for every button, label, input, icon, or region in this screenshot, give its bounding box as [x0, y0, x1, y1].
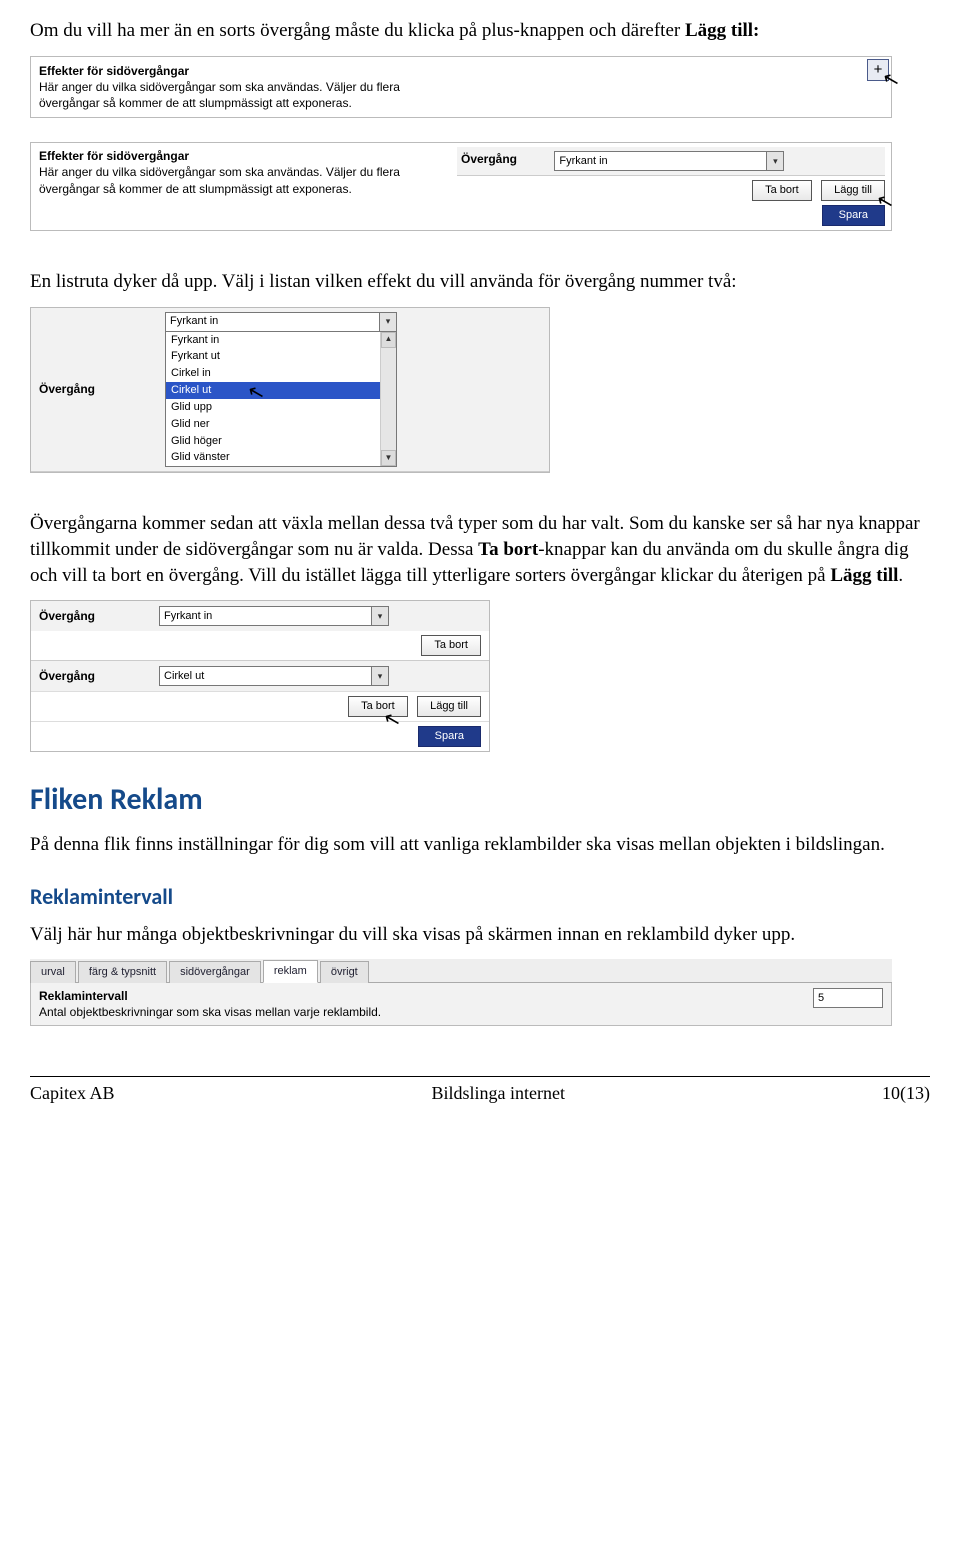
remove-button-label: Ta bort	[361, 700, 395, 712]
footer-center: Bildslinga internet	[432, 1081, 565, 1105]
tab-sidovergangar[interactable]: sidövergångar	[169, 961, 261, 983]
combo-overgang-2[interactable]: Cirkel ut	[159, 666, 389, 686]
save-button[interactable]: Spara	[418, 726, 481, 747]
combo-value: Cirkel ut	[164, 669, 204, 684]
panel-effekter-expanded: Effekter för sidövergångar Här anger du …	[30, 142, 892, 231]
add-button[interactable]: Lägg till ↖	[821, 180, 885, 201]
list-item[interactable]: Fyrkant ut	[166, 348, 396, 365]
scrollbar[interactable]: ▲ ▼	[380, 332, 396, 467]
settings-reklamintervall: Reklamintervall Antal objektbeskrivninga…	[30, 983, 892, 1026]
field-label-overgang: Övergång	[461, 151, 551, 167]
list-item[interactable]: Glid höger	[166, 433, 396, 450]
combo-overgang[interactable]: Fyrkant in	[554, 151, 784, 171]
combo-value: Fyrkant in	[164, 609, 212, 624]
chevron-down-icon[interactable]	[371, 607, 388, 625]
scroll-up-icon[interactable]: ▲	[381, 332, 396, 348]
chevron-down-icon[interactable]	[766, 152, 783, 170]
bold-laggtill: Lägg till	[830, 565, 898, 586]
setting-title: Reklamintervall	[39, 988, 733, 1004]
list-item-selected[interactable]: Cirkel ut ↖	[166, 382, 396, 399]
field-label-overgang: Övergång	[39, 668, 159, 684]
combo-value: Fyrkant in	[559, 154, 607, 169]
para-listruta: En listruta dyker då upp. Välj i listan …	[30, 269, 930, 295]
save-button[interactable]: Spara	[822, 205, 885, 226]
panel-title: Effekter för sidövergångar	[39, 63, 883, 79]
bold-tabort: Ta bort	[478, 539, 538, 560]
panel-effekter-collapsed: Effekter för sidövergångar Här anger du …	[30, 56, 892, 119]
tab-urval[interactable]: urval	[30, 961, 76, 983]
list-item[interactable]: Glid upp	[166, 399, 396, 416]
bold-label: Lägg till:	[685, 20, 759, 41]
tab-ovrigt[interactable]: övrigt	[320, 961, 369, 983]
remove-button[interactable]: Ta bort	[752, 180, 812, 201]
text: .	[898, 565, 903, 586]
panel-dropdown-open: Övergång Fyrkant in Fyrkant in Fyrkant u…	[30, 307, 550, 474]
add-button[interactable]: Lägg till	[417, 696, 481, 717]
para-transitions-explain: Övergångarna kommer sedan att växla mell…	[30, 511, 930, 588]
field-label-overgang: Övergång	[39, 608, 159, 624]
tab-farg-typsnitt[interactable]: färg & typsnitt	[78, 961, 167, 983]
page-footer: Capitex AB Bildslinga internet 10(13)	[30, 1076, 930, 1105]
chevron-down-icon[interactable]	[379, 313, 396, 331]
tab-reklam[interactable]: reklam	[263, 960, 318, 983]
list-item-label: Cirkel ut	[171, 384, 211, 396]
remove-button-1[interactable]: Ta bort	[421, 635, 481, 656]
footer-left: Capitex AB	[30, 1081, 115, 1105]
plus-button[interactable]: + ↖	[867, 59, 889, 81]
scroll-down-icon[interactable]: ▼	[381, 450, 396, 466]
combo-value: Fyrkant in	[170, 314, 218, 329]
heading-reklamintervall: Reklamintervall	[30, 882, 930, 912]
heading-fliken-reklam: Fliken Reklam	[30, 780, 930, 821]
text: Om du vill ha mer än en sorts övergång m…	[30, 20, 685, 41]
combo-overgang[interactable]: Fyrkant in	[165, 312, 397, 332]
panel-two-transitions: Övergång Fyrkant in Ta bort Övergång Cir…	[30, 600, 490, 752]
footer-right: 10(13)	[882, 1081, 930, 1105]
list-item[interactable]: Cirkel in	[166, 365, 396, 382]
list-item[interactable]: Glid ner	[166, 416, 396, 433]
reklamintervall-input[interactable]: 5	[813, 988, 883, 1008]
combo-overgang-1[interactable]: Fyrkant in	[159, 606, 389, 626]
dropdown-list[interactable]: Fyrkant in Fyrkant ut Cirkel in Cirkel u…	[165, 332, 397, 468]
field-label-overgang: Övergång	[39, 381, 159, 397]
panel-desc: Här anger du vilka sidövergångar som ska…	[39, 164, 419, 196]
tab-bar: urval färg & typsnitt sidövergångar rekl…	[30, 959, 892, 983]
para-reklam-intro: På denna flik finns inställningar för di…	[30, 832, 930, 858]
list-item[interactable]: Fyrkant in	[166, 332, 396, 349]
panel-desc: Här anger du vilka sidövergångar som ska…	[39, 79, 419, 111]
panel-title: Effekter för sidövergångar	[39, 148, 443, 164]
chevron-down-icon[interactable]	[371, 667, 388, 685]
para-intro: Om du vill ha mer än en sorts övergång m…	[30, 18, 930, 44]
remove-button-2[interactable]: Ta bort ↖	[348, 696, 408, 717]
list-item[interactable]: Glid vänster	[166, 449, 396, 466]
plus-icon: +	[874, 60, 883, 80]
para-reklamintervall: Välj här hur många objektbeskrivningar d…	[30, 922, 930, 948]
setting-desc: Antal objektbeskrivningar som ska visas …	[39, 1004, 419, 1020]
input-value: 5	[818, 991, 824, 1006]
add-button-label: Lägg till	[834, 184, 872, 196]
